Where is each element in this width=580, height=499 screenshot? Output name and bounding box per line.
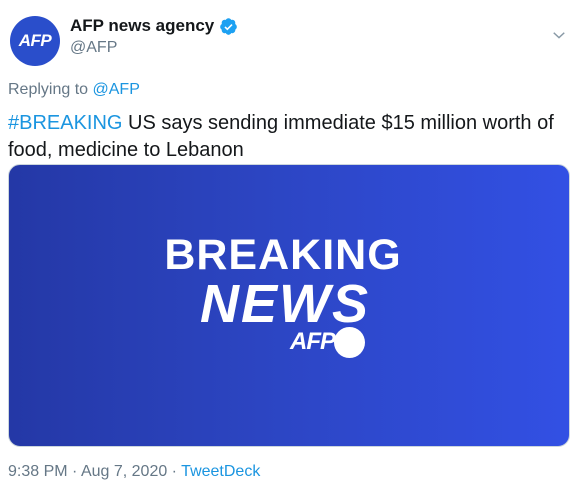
verified-badge-icon <box>220 17 238 35</box>
hashtag-link[interactable]: #BREAKING <box>8 112 122 134</box>
media-afp-logo-dot <box>334 327 365 358</box>
replying-to-label: Replying to <box>8 81 89 98</box>
chevron-down-icon[interactable] <box>550 26 568 44</box>
media-afp-logo: AFP <box>290 325 365 358</box>
replying-to-link[interactable]: @AFP <box>93 81 140 98</box>
meta-separator: · <box>67 463 81 480</box>
handle[interactable]: @AFP <box>70 39 238 57</box>
meta-separator: · <box>167 463 182 480</box>
tweet: AFP AFP news agency @AFP Replying to @AF… <box>0 0 580 499</box>
tweet-date[interactable]: Aug 7, 2020 <box>81 463 167 480</box>
author-info: AFP news agency @AFP <box>70 16 238 57</box>
tweet-text: #BREAKING US says sending immediate $15 … <box>8 110 568 164</box>
display-name[interactable]: AFP news agency <box>70 16 214 36</box>
replying-to: Replying to @AFP <box>8 81 570 99</box>
display-name-row: AFP news agency <box>70 16 238 36</box>
media-afp-logo-text: AFP <box>290 327 336 355</box>
tweet-header: AFP AFP news agency @AFP <box>8 10 570 70</box>
avatar-logo-text: AFP <box>18 31 52 50</box>
avatar[interactable]: AFP <box>10 16 60 66</box>
tweet-time[interactable]: 9:38 PM <box>8 463 68 480</box>
tweet-source-link[interactable]: TweetDeck <box>181 463 260 480</box>
tweet-media-image[interactable]: BREAKING NEWS AFP <box>8 164 570 447</box>
tweet-meta: 9:38 PM · Aug 7, 2020 · TweetDeck <box>8 463 260 481</box>
media-news-text: NEWS <box>200 274 370 334</box>
